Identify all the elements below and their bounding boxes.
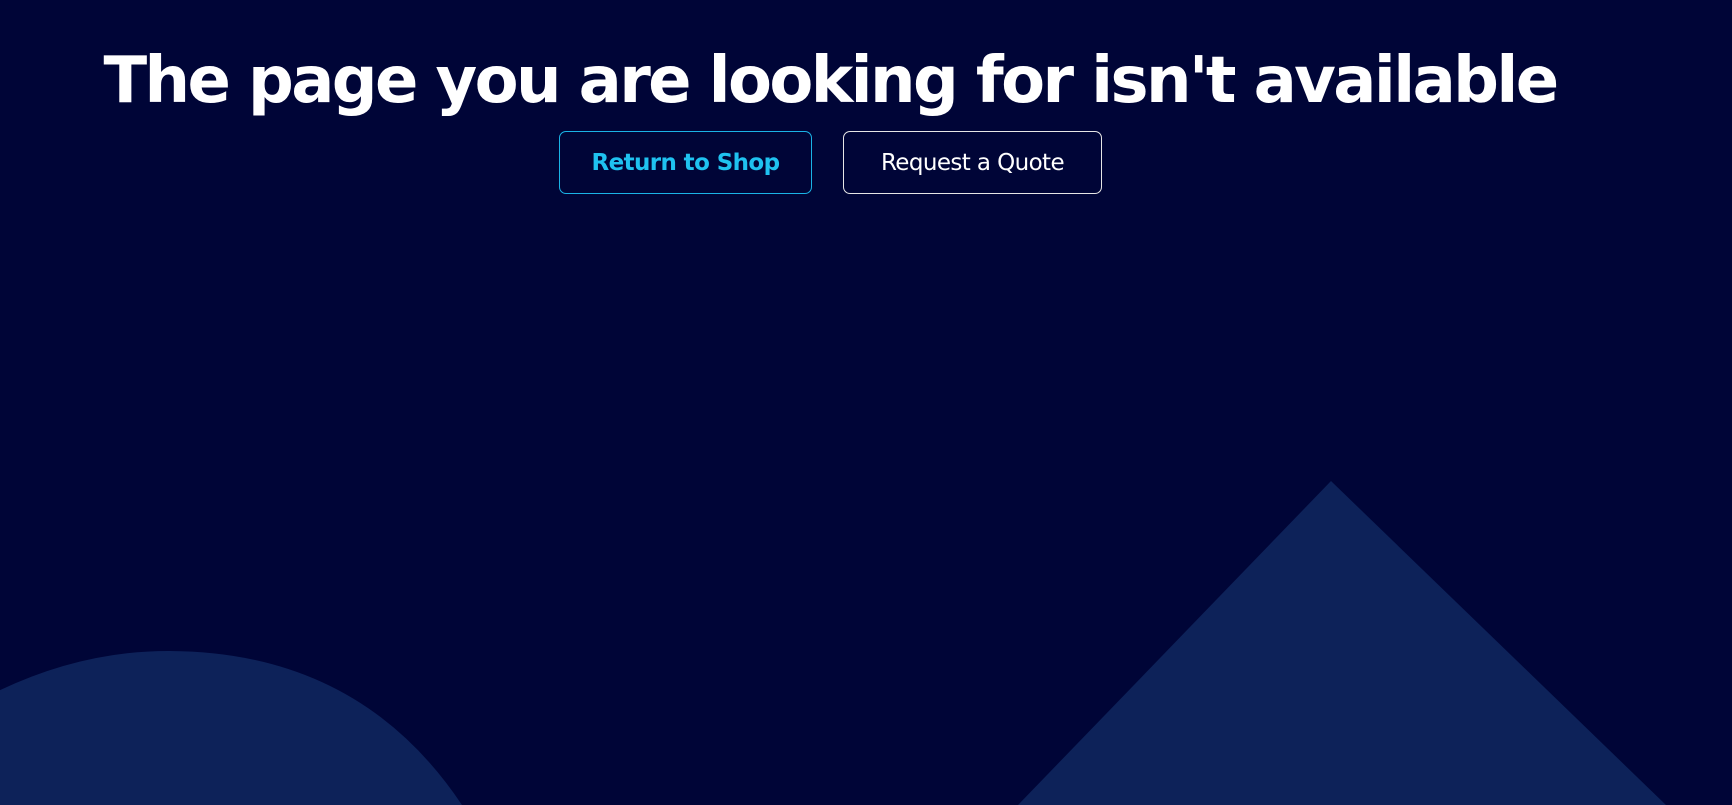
triangle-shape bbox=[1018, 481, 1666, 805]
semicircle-shape bbox=[0, 650, 462, 805]
request-quote-button[interactable]: Request a Quote bbox=[843, 131, 1102, 194]
page-title: The page you are looking for isn't avail… bbox=[103, 44, 1559, 118]
not-found-page: The page you are looking for isn't avail… bbox=[0, 0, 1732, 805]
return-to-shop-button[interactable]: Return to Shop bbox=[559, 131, 812, 194]
